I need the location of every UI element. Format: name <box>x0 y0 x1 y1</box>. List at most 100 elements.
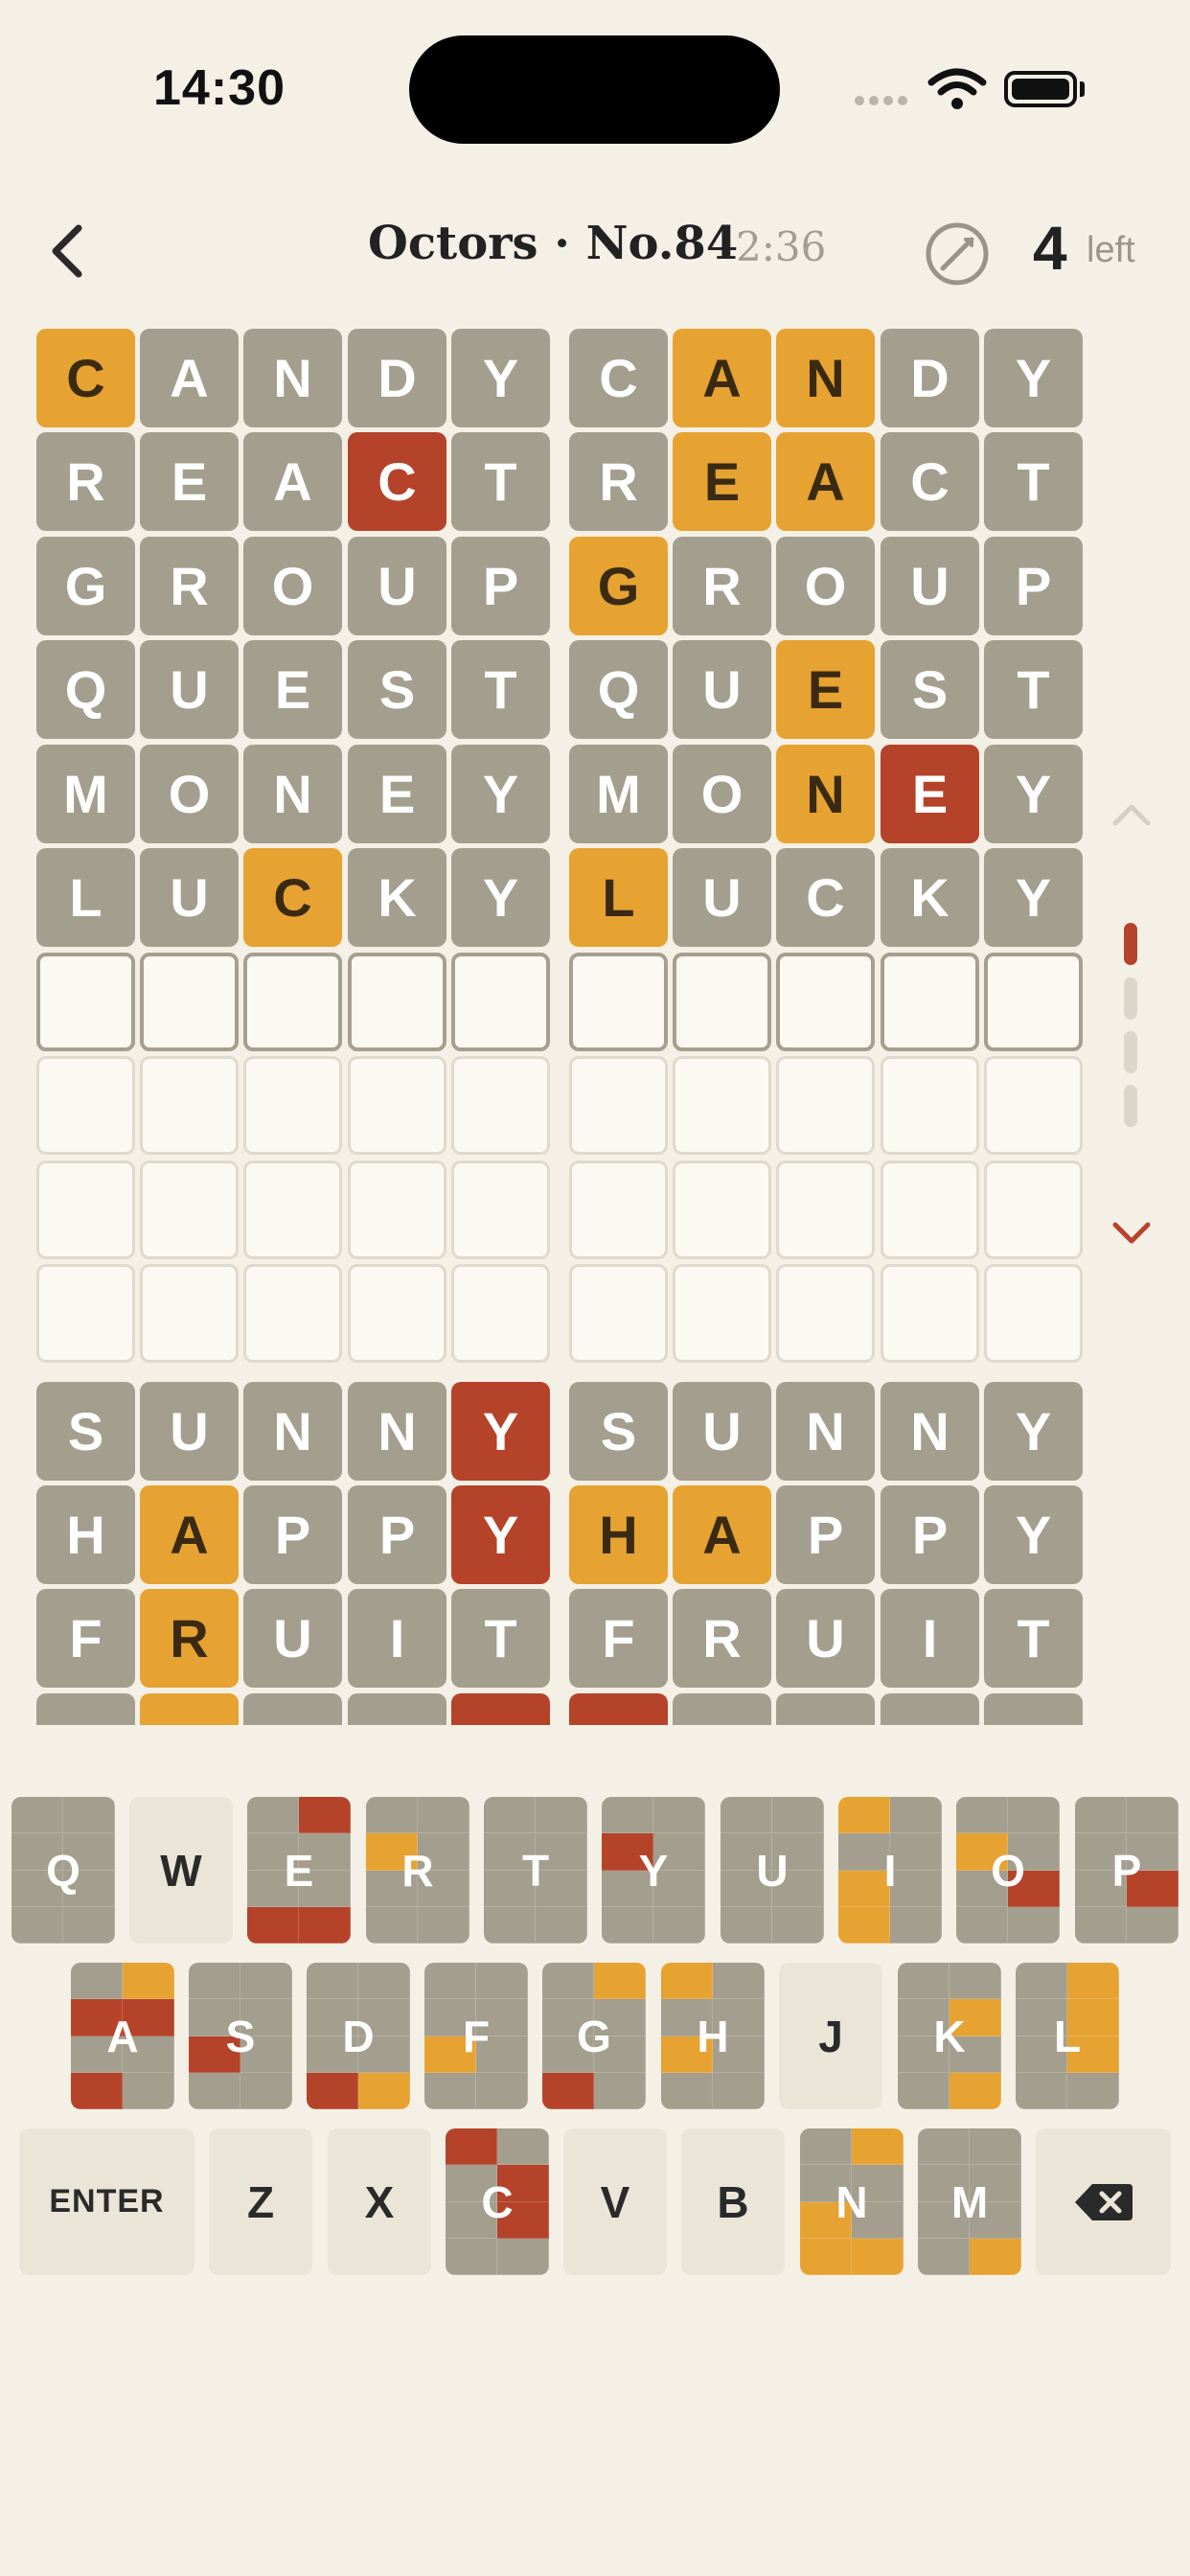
key-label: K <box>933 2011 966 2061</box>
empty-tile <box>140 1161 239 1259</box>
letter-tile: U <box>140 848 239 947</box>
key-label: E <box>284 1845 314 1896</box>
empty-tile <box>451 1161 550 1259</box>
letter-tile: D <box>348 329 446 427</box>
key-g[interactable]: G <box>542 1963 646 2109</box>
key-y[interactable]: Y <box>602 1797 705 1944</box>
letter-tile: T <box>451 640 550 739</box>
key-p[interactable]: P <box>1075 1797 1179 1944</box>
key-f[interactable]: F <box>424 1963 528 2109</box>
letter-tile: P <box>776 1485 875 1584</box>
letter-tile: P <box>881 1485 979 1584</box>
letter-tile <box>140 1693 239 1725</box>
empty-tile <box>243 1056 342 1155</box>
page-indicator[interactable] <box>1124 1085 1137 1127</box>
key-label: Q <box>46 1845 80 1896</box>
letter-tile: U <box>243 1589 342 1688</box>
letter-tile: E <box>881 745 979 843</box>
key-x[interactable]: X <box>328 2128 431 2275</box>
key-w[interactable]: W <box>129 1797 233 1944</box>
active-input-tile <box>36 953 135 1051</box>
key-s[interactable]: S <box>189 1963 292 2109</box>
letter-tile: L <box>36 848 135 947</box>
letter-tile: A <box>673 329 771 427</box>
letter-tile: T <box>984 1589 1083 1688</box>
key-q[interactable]: Q <box>11 1797 115 1944</box>
key-m[interactable]: M <box>918 2128 1021 2275</box>
letter-tile: E <box>140 432 239 531</box>
active-input-tile <box>776 953 875 1051</box>
chevron-down-icon[interactable] <box>1110 1219 1154 1248</box>
letter-tile: L <box>569 848 668 947</box>
letter-tile <box>243 1693 342 1725</box>
key-b[interactable]: B <box>681 2128 785 2275</box>
letter-tile: P <box>243 1485 342 1584</box>
empty-tile <box>984 1264 1083 1363</box>
compass-icon[interactable] <box>924 220 991 288</box>
empty-tile <box>348 1056 446 1155</box>
key-e[interactable]: E <box>247 1797 351 1944</box>
signal-dot-icon <box>898 96 907 105</box>
key-label: C <box>481 2176 514 2227</box>
letter-tile: T <box>451 432 550 531</box>
key-backspace[interactable] <box>1036 2128 1171 2275</box>
key-r[interactable]: R <box>366 1797 469 1944</box>
key-enter[interactable]: ENTER <box>19 2128 195 2275</box>
dynamic-island <box>409 35 780 144</box>
chevron-up-icon[interactable] <box>1110 800 1154 829</box>
letter-tile: F <box>569 1589 668 1688</box>
letter-tile: N <box>243 745 342 843</box>
empty-tile <box>243 1264 342 1363</box>
key-n[interactable]: N <box>800 2128 904 2275</box>
letter-tile: T <box>984 432 1083 531</box>
chevron-left-icon[interactable] <box>42 222 100 280</box>
letter-tile: N <box>776 1382 875 1481</box>
letter-tile: F <box>36 1589 135 1688</box>
key-c[interactable]: C <box>446 2128 549 2275</box>
letter-tile: R <box>673 1589 771 1688</box>
letter-tile: E <box>348 745 446 843</box>
wifi-icon <box>927 68 987 109</box>
key-z[interactable]: Z <box>209 2128 312 2275</box>
key-label: N <box>835 2176 868 2227</box>
key-d[interactable]: D <box>307 1963 410 2109</box>
page-indicator[interactable] <box>1124 978 1137 1020</box>
letter-tile: C <box>348 432 446 531</box>
key-a[interactable]: A <box>71 1963 174 2109</box>
letter-tile: U <box>140 640 239 739</box>
letter-tile: N <box>881 1382 979 1481</box>
key-l[interactable]: L <box>1016 1963 1119 2109</box>
key-v[interactable]: V <box>563 2128 667 2275</box>
letter-tile: Y <box>451 848 550 947</box>
letter-tile <box>881 1693 979 1725</box>
letter-tile: N <box>243 329 342 427</box>
battery-icon <box>1004 71 1077 107</box>
key-j[interactable]: J <box>779 1963 882 2109</box>
key-u[interactable]: U <box>721 1797 824 1944</box>
empty-tile <box>673 1161 771 1259</box>
key-h[interactable]: H <box>661 1963 765 2109</box>
letter-tile: Y <box>451 1382 550 1481</box>
key-label: ENTER <box>49 2183 165 2220</box>
signal-dot-icon <box>869 96 879 105</box>
key-label: F <box>462 2011 491 2061</box>
page-indicator[interactable] <box>1124 923 1137 965</box>
letter-tile: D <box>881 329 979 427</box>
letter-tile: E <box>243 640 342 739</box>
empty-tile <box>881 1264 979 1363</box>
key-k[interactable]: K <box>898 1963 1001 2109</box>
letter-tile: N <box>348 1382 446 1481</box>
letter-tile: C <box>776 848 875 947</box>
letter-tile: Q <box>569 640 668 739</box>
board-area[interactable]: CANDYREACTGROUPQUESTMONEYLUCKYCANDYREACT… <box>0 326 1190 1725</box>
key-o[interactable]: O <box>956 1797 1060 1944</box>
key-label: O <box>991 1845 1025 1896</box>
letter-tile: Y <box>984 745 1083 843</box>
key-t[interactable]: T <box>484 1797 587 1944</box>
empty-tile <box>451 1056 550 1155</box>
letter-tile: P <box>984 537 1083 635</box>
letter-tile: U <box>673 848 771 947</box>
page-indicator[interactable] <box>1124 1031 1137 1073</box>
key-i[interactable]: I <box>838 1797 942 1944</box>
letter-tile: Y <box>984 1382 1083 1481</box>
